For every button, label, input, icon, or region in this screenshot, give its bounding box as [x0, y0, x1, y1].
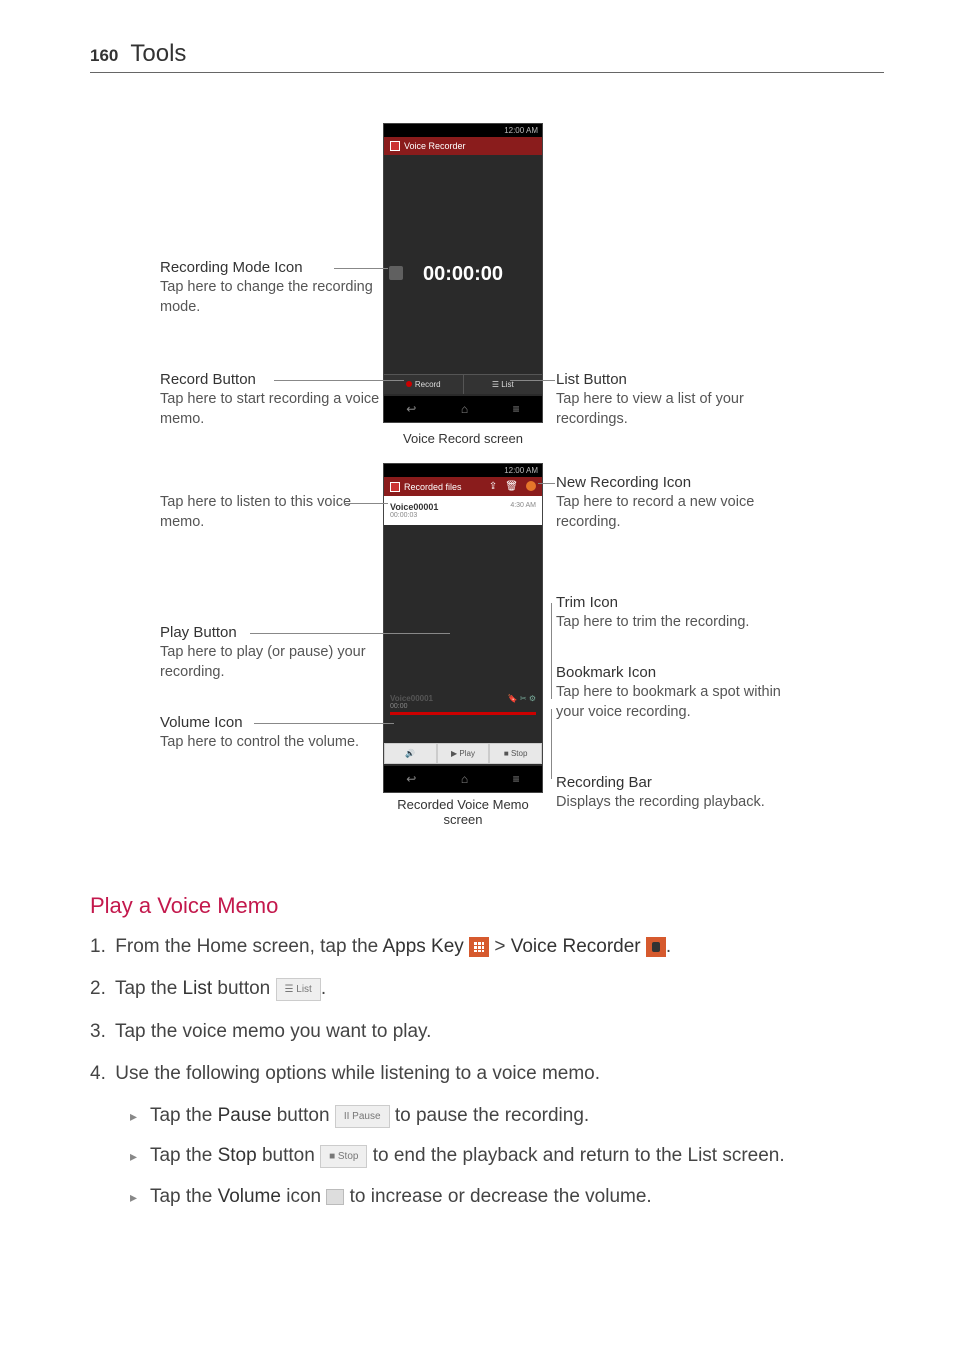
settings-icon[interactable]: ⚙: [529, 694, 536, 703]
callout-new: New Recording Icon Tap here to record a …: [556, 473, 786, 532]
callout-play: Play Button Tap here to play (or pause) …: [160, 623, 380, 682]
delete-icon[interactable]: 🗑: [505, 481, 518, 492]
page-number: 160: [90, 46, 118, 66]
file-name: Voice00001: [390, 502, 438, 512]
screen2-caption: Recorded Voice Memo screen: [383, 797, 543, 827]
share-icon[interactable]: ⇪: [489, 481, 497, 492]
leader-line: [344, 503, 388, 504]
app-icon: [390, 482, 400, 492]
leader-line: [334, 268, 388, 269]
player-controls: 🔊 ▶ Play ■ Stop: [384, 743, 542, 764]
play-button[interactable]: ▶ Play: [437, 743, 490, 764]
recording-timer: 00:00:00: [384, 263, 542, 286]
leader-line: [254, 723, 394, 724]
step-3: 3. Tap the voice memo you want to play.: [90, 1016, 884, 1048]
callout-volume: Volume Icon Tap here to control the volu…: [160, 713, 380, 753]
recent-icon[interactable]: ≡: [513, 402, 520, 416]
step-1: 1. From the Home screen, tap the Apps Ke…: [90, 931, 884, 963]
substep-stop: Tap the Stop button ■ Stop to end the pl…: [130, 1140, 884, 1172]
leader-line: [250, 633, 450, 634]
leader-line: [274, 380, 404, 381]
button-row: Record ☰ List: [384, 374, 542, 394]
section-title: Tools: [130, 40, 186, 68]
leader-line: [538, 483, 555, 484]
voice-memo-item[interactable]: Voice00001 00:00:03 4:30 AM: [384, 496, 542, 525]
leader-line: [510, 380, 555, 381]
callout-record: Record Button Tap here to start recordin…: [160, 370, 380, 429]
diagram-block: 12:00 AM Voice Recorder 00:00:00 Record …: [90, 103, 884, 863]
app-title: Voice Recorder: [404, 141, 466, 151]
recorded-memo-screenshot: 12:00 AM Recorded files ⇪ 🗑 Voice00001 0…: [383, 463, 543, 793]
leader-line: [551, 709, 552, 779]
home-icon[interactable]: ⌂: [461, 772, 468, 786]
player-time: 00:00: [390, 703, 536, 710]
app-icon: [390, 141, 400, 151]
list-button[interactable]: ☰ List: [464, 375, 543, 394]
sub-list: Tap the Pause button II Pause to pause t…: [130, 1100, 884, 1213]
back-icon[interactable]: ↩: [406, 402, 416, 416]
player-panel: Voice00001 🔖 ✂ ⚙ 00:00: [390, 694, 536, 715]
screen1-caption: Voice Record screen: [383, 431, 543, 446]
callout-mode: Recording Mode Icon Tap here to change t…: [160, 258, 380, 317]
volume-icon-graphic: [326, 1189, 344, 1205]
file-duration: 00:00:03: [390, 512, 438, 519]
back-icon[interactable]: ↩: [406, 772, 416, 786]
step-4: 4. Use the following options while liste…: [90, 1058, 884, 1090]
recent-icon[interactable]: ≡: [513, 772, 520, 786]
callout-bar: Recording Bar Displays the recording pla…: [556, 773, 786, 813]
leader-line: [551, 603, 552, 699]
stop-button-graphic: ■ Stop: [320, 1145, 367, 1168]
recording-mode-icon[interactable]: [389, 266, 403, 280]
apps-key-icon: [469, 937, 489, 957]
callout-trim: Trim Icon Tap here to trim the recording…: [556, 593, 786, 633]
new-recording-icon[interactable]: [526, 481, 536, 491]
pause-button-graphic: II Pause: [335, 1105, 390, 1128]
record-button[interactable]: Record: [384, 375, 464, 394]
volume-icon-button[interactable]: 🔊: [384, 743, 437, 764]
stop-button[interactable]: ■ Stop: [489, 743, 542, 764]
player-filename: Voice00001: [390, 694, 433, 703]
trim-icon[interactable]: ✂: [520, 694, 527, 703]
app-title: Recorded files: [404, 482, 462, 492]
subheading: Play a Voice Memo: [90, 893, 884, 919]
status-bar: 12:00 AM: [384, 464, 542, 477]
app-title-bar: Voice Recorder: [384, 137, 542, 155]
bookmark-icon[interactable]: 🔖: [508, 694, 518, 703]
callout-bookmark: Bookmark Icon Tap here to bookmark a spo…: [556, 663, 786, 722]
list-button-graphic: ☰ List: [276, 978, 321, 1001]
home-icon[interactable]: ⌂: [461, 402, 468, 416]
callout-listen: Tap here to listen to this voice memo.: [160, 493, 380, 532]
substep-volume: Tap the Volume icon to increase or decre…: [130, 1181, 884, 1213]
voice-record-screenshot: 12:00 AM Voice Recorder 00:00:00 Record …: [383, 123, 543, 423]
callout-list: List Button Tap here to view a list of y…: [556, 370, 776, 429]
nav-bar: ↩ ⌂ ≡: [384, 396, 542, 422]
step-2: 2. Tap the List button ☰ List.: [90, 973, 884, 1005]
page-header: 160 Tools: [90, 40, 884, 73]
nav-bar: ↩ ⌂ ≡: [384, 766, 542, 792]
recording-bar[interactable]: [390, 712, 536, 715]
file-time: 4:30 AM: [510, 502, 536, 519]
voice-recorder-icon: [646, 937, 666, 957]
app-title-bar: Recorded files ⇪ 🗑: [384, 477, 542, 496]
substep-pause: Tap the Pause button II Pause to pause t…: [130, 1100, 884, 1132]
status-bar: 12:00 AM: [384, 124, 542, 137]
